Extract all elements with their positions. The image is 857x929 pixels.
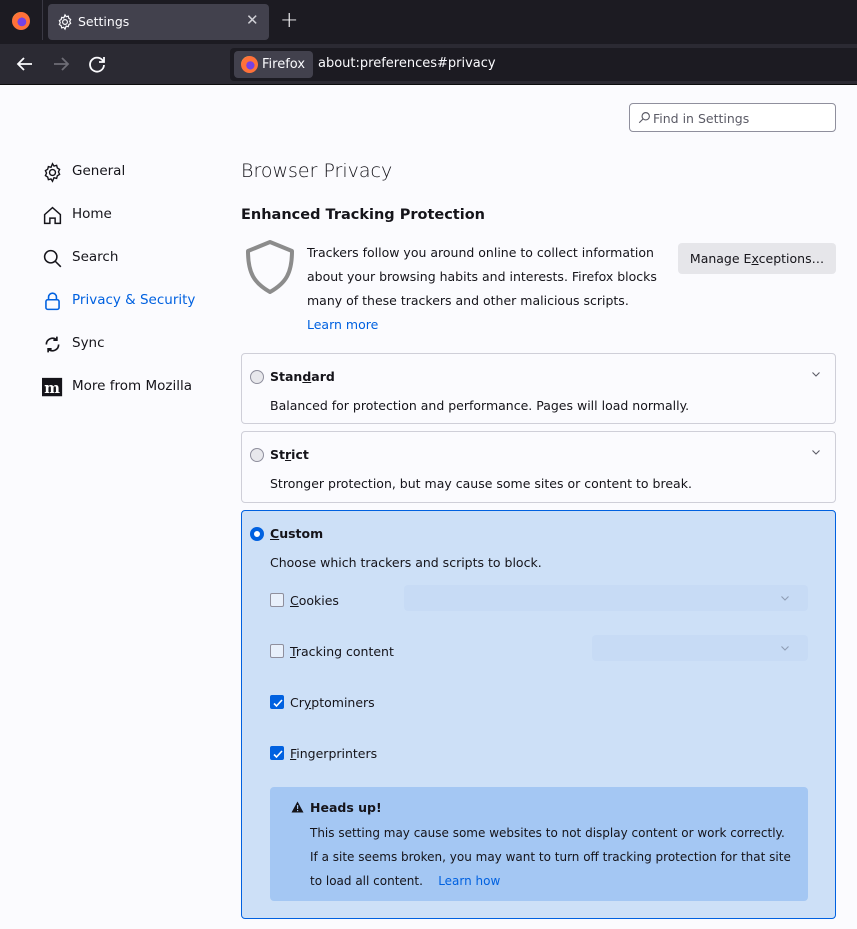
sidebar-item-sync[interactable]: Sync [40,328,230,358]
strict-label: Strict [270,447,309,462]
sidebar-item-search[interactable]: Search [40,242,230,272]
gear-icon [44,162,61,183]
find-in-settings[interactable] [629,103,836,132]
sidebar-item-label: More from Mozilla [72,378,192,394]
back-arrow-icon[interactable] [13,52,37,76]
url-text[interactable]: about:preferences#privacy [318,56,496,71]
sidebar-item-label: Search [72,249,119,265]
sidebar-item-privacy-security[interactable]: Privacy & Security [40,285,230,315]
strict-description: Stronger protection, but may cause some … [270,476,692,491]
accesskey: x [751,251,759,266]
chevron-down-icon[interactable] [811,448,821,456]
sidebar-item-home[interactable]: Home [40,199,230,229]
learn-more-link[interactable]: Learn more [307,317,378,332]
custom-radio[interactable] [250,527,264,541]
forward-arrow-icon[interactable] [49,52,73,76]
standard-mode-card[interactable]: Standard Balanced for protection and per… [241,353,836,424]
identity-label: Firefox [262,57,306,72]
etp-description-text: Trackers follow you around online to col… [307,245,657,308]
label-part: Manage E [689,251,752,266]
tab-divider [42,0,43,40]
tracking-content-select[interactable] [592,635,808,661]
sidebar-item-label: General [72,163,126,179]
cryptominers-label: Cryptominers [290,695,375,710]
cookies-label: Cookies [290,593,339,608]
lock-icon [45,292,60,311]
warning-title: Heads up! [310,800,382,815]
mozilla-icon: m [42,377,63,397]
strict-radio[interactable] [250,448,264,462]
tab-settings[interactable]: Settings ✕ [48,4,269,40]
manage-exceptions-button[interactable]: Manage Exceptions… [678,243,836,274]
standard-description: Balanced for protection and performance.… [270,398,690,413]
nav-bar: Firefox about:preferences#privacy [0,44,857,85]
cryptominers-checkbox[interactable] [270,695,284,709]
label-part: ceptions… [758,251,825,266]
fingerprinters-checkbox[interactable] [270,746,284,760]
sidebar-item-label: Home [72,206,112,222]
svg-text:m: m [44,379,60,397]
cookies-select[interactable] [404,585,808,611]
standard-label: Standard [270,369,335,384]
custom-description: Choose which trackers and scripts to blo… [270,555,542,570]
reload-icon[interactable] [85,52,109,76]
new-tab-button[interactable]: + [280,8,298,33]
gear-icon [58,13,72,31]
search-icon [43,249,62,268]
heads-up-warning: Heads up! This setting may cause some we… [270,787,808,901]
custom-label: Custom [270,526,324,541]
fingerprinters-label: Fingerprinters [290,746,378,761]
learn-how-link[interactable]: Learn how [438,874,500,888]
shield-icon [246,240,294,294]
chevron-down-icon [781,646,789,651]
etp-description: Trackers follow you around online to col… [307,241,667,337]
custom-mode-card[interactable]: Custom Choose which trackers and scripts… [241,510,836,919]
find-in-settings-input[interactable] [653,108,828,128]
strict-mode-card[interactable]: Strict Stronger protection, but may caus… [241,431,836,503]
close-tab-icon[interactable]: ✕ [246,11,259,29]
tab-title: Settings [78,14,130,29]
tracking-content-label: Tracking content [290,644,394,659]
home-icon [43,206,62,225]
firefox-logo-icon[interactable] [12,12,30,30]
warning-icon [291,801,304,813]
url-bar[interactable]: Firefox about:preferences#privacy [230,48,857,81]
chevron-down-icon[interactable] [811,370,821,378]
standard-radio[interactable] [250,370,264,384]
sidebar-item-label: Privacy & Security [72,292,196,308]
section-title: Enhanced Tracking Protection [241,207,485,223]
page-title: Browser Privacy [241,160,393,182]
warning-text: This setting may cause some websites to … [310,826,791,888]
firefox-logo-icon [241,56,258,73]
tracking-content-checkbox[interactable] [270,644,284,658]
identity-box[interactable]: Firefox [234,51,314,78]
chevron-down-icon [781,596,789,601]
sync-icon [45,336,60,353]
warning-description: This setting may cause some websites to … [310,821,795,893]
sidebar-item-more-from-mozilla[interactable]: m More from Mozilla [40,371,230,401]
sidebar-item-label: Sync [72,335,105,351]
search-icon [638,112,650,124]
tab-bar: Settings ✕ + [0,0,857,44]
sidebar-item-general[interactable]: General [40,156,230,186]
cookies-checkbox[interactable] [270,593,284,607]
